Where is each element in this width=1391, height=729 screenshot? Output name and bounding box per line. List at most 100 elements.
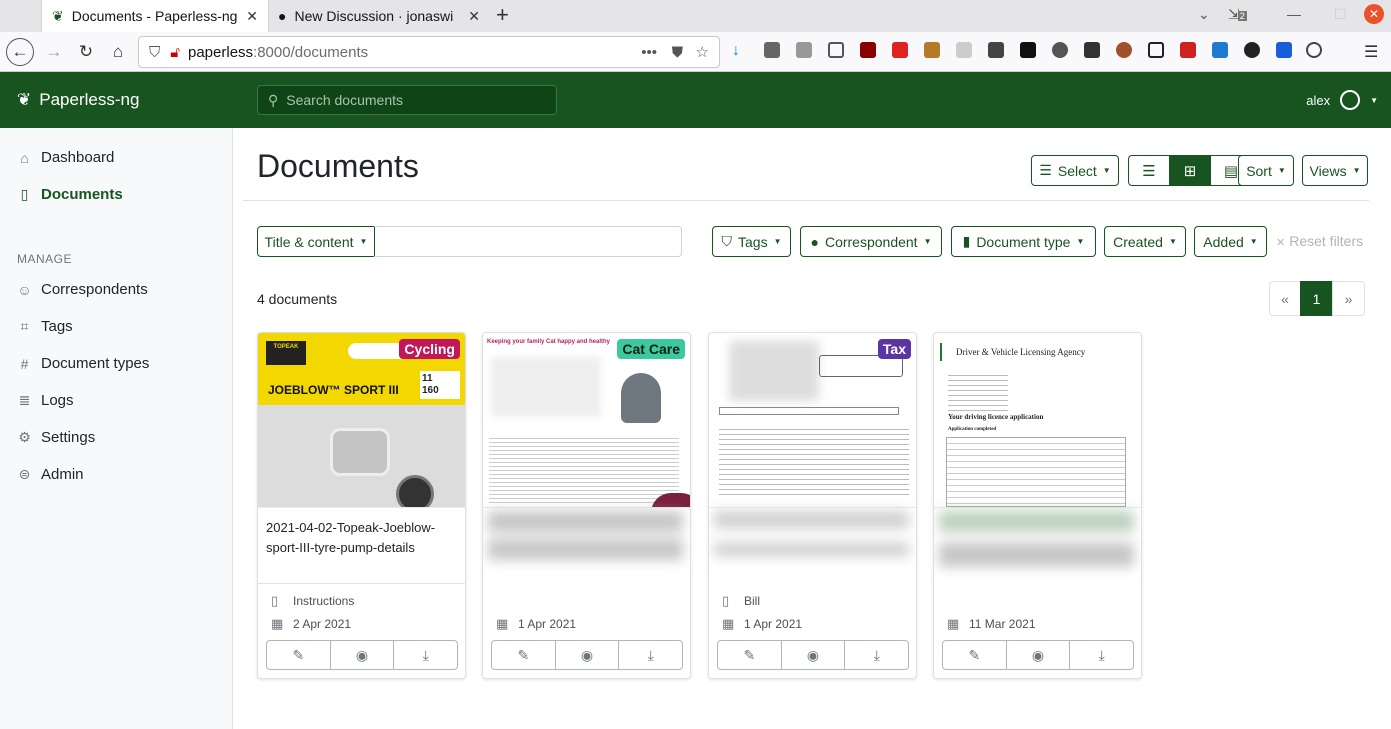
sidebar-item-documents[interactable]: ▯ Documents [17, 186, 123, 203]
edit-button[interactable]: ✎ [943, 641, 1006, 669]
document-thumbnail[interactable]: TOPEAK JOEBLOW™ SPORT III 11 160 Cycling [258, 333, 465, 508]
url-host: paperless [188, 43, 254, 61]
download-button[interactable]: ⤓ [844, 641, 908, 669]
new-tab-button[interactable]: + [496, 4, 509, 26]
caret-down-icon: ▼ [1102, 166, 1111, 175]
document-type-meta[interactable]: ▯ Instructions [271, 593, 354, 609]
library-icon[interactable] [764, 42, 780, 58]
preview-button[interactable]: ◉ [780, 641, 845, 669]
sidebar-item-correspondents[interactable]: ☺ Correspondents [17, 281, 147, 298]
document-thumbnail[interactable]: Tax [709, 333, 916, 508]
extension-icon[interactable] [1212, 42, 1228, 58]
user-menu[interactable]: alex ▼ [1306, 90, 1378, 110]
pagination-next[interactable]: » [1332, 281, 1365, 316]
sidebar-item-settings[interactable]: ⚙ Settings [17, 429, 95, 446]
extension-icon[interactable] [1180, 42, 1196, 58]
tag-badge-tax[interactable]: Tax [877, 339, 911, 359]
download-button[interactable]: ⤓ [393, 641, 457, 669]
grid-view-icon: ⊞ [1183, 162, 1197, 180]
reader-icon[interactable] [796, 42, 812, 58]
sort-dropdown-button[interactable]: Sort ▼ [1238, 155, 1294, 186]
extension-icon[interactable] [1148, 42, 1164, 58]
extension-icon[interactable] [1084, 42, 1100, 58]
pump-psi: 160 [422, 385, 439, 396]
close-window-button[interactable]: ✕ [1364, 4, 1384, 24]
document-type-meta[interactable]: ▯ Bill [722, 593, 760, 609]
card-actions: ✎ ◉ ⤓ [942, 640, 1134, 670]
sidebar-icon[interactable] [828, 42, 844, 58]
maximize-button[interactable]: ☐ [1334, 6, 1347, 23]
reset-filters-button[interactable]: ✕ Reset filters [1276, 233, 1363, 249]
tags-filter-button[interactable]: ⛉ Tags ▼ [712, 226, 791, 257]
sidebar-item-document-types[interactable]: # Document types [17, 355, 150, 372]
download-arrow-icon[interactable]: ↓ [732, 42, 748, 59]
bookmark-star-icon[interactable]: ☆ [696, 43, 709, 61]
extension-icon[interactable] [1020, 42, 1036, 58]
reset-filters-label: Reset filters [1289, 233, 1364, 249]
tab-list-chevron-icon[interactable]: ⌄ [1198, 6, 1210, 23]
account-extension-icon[interactable] [1052, 42, 1068, 58]
text-filter-type-dropdown[interactable]: Title & content ▼ [257, 226, 375, 257]
preview-button[interactable]: ◉ [554, 641, 619, 669]
hamburger-menu-icon[interactable]: ☰ [1364, 42, 1380, 61]
url-bar[interactable]: ⛉ 🔓︎ paperless:8000/documents ••• ⛊ ☆ [138, 36, 720, 68]
preview-button[interactable]: ◉ [329, 641, 394, 669]
forward-button[interactable]: → [40, 38, 68, 66]
view-grid-button[interactable]: ⊞ [1169, 155, 1211, 186]
extension-icon[interactable] [924, 42, 940, 58]
document-type-filter-button[interactable]: ▮ Document type ▼ [951, 226, 1096, 257]
edit-button[interactable]: ✎ [267, 641, 330, 669]
download-button[interactable]: ⤓ [1069, 641, 1133, 669]
extension-icon[interactable] [1244, 42, 1260, 58]
sidebar-item-logs[interactable]: ≣ Logs [17, 392, 74, 409]
brand[interactable]: ❦ Paperless-ng [17, 90, 139, 110]
edit-button[interactable]: ✎ [492, 641, 555, 669]
home-button[interactable]: ⌂ [104, 38, 132, 66]
cookie-icon[interactable] [1116, 42, 1132, 58]
reload-button[interactable]: ↻ [72, 38, 100, 66]
sidebar-item-tags[interactable]: ⌗ Tags [17, 318, 73, 335]
search-input[interactable]: ⚲ Search documents [257, 85, 557, 115]
download-button[interactable]: ⤓ [618, 641, 682, 669]
pocket-icon[interactable]: ⛊ [672, 44, 683, 61]
page-actions-icon[interactable]: ••• [641, 44, 657, 61]
document-date: 1 Apr 2021 [518, 617, 577, 631]
added-filter-button[interactable]: Added ▼ [1194, 226, 1267, 257]
pagination-prev[interactable]: « [1269, 281, 1301, 316]
document-thumbnail[interactable]: Keeping your family Cat happy and health… [483, 333, 690, 508]
extension-icon[interactable] [988, 42, 1004, 58]
lastpass-icon[interactable] [892, 42, 908, 58]
view-list-button[interactable]: ☰ [1128, 155, 1170, 186]
select-dropdown-button[interactable]: ☰ Select ▼ [1031, 155, 1119, 186]
tag-badge-cat-care[interactable]: Cat Care [617, 339, 685, 359]
document-count: 4 documents [257, 291, 338, 307]
extension-icon[interactable] [1306, 42, 1322, 58]
file-icon: ▯ [271, 593, 279, 608]
close-tab-icon[interactable]: ✕ [246, 8, 258, 25]
preview-button[interactable]: ◉ [1005, 641, 1070, 669]
document-date-meta: ▦ 1 Apr 2021 [722, 616, 802, 632]
document-thumbnail[interactable]: Driver & Vehicle Licensing Agency Your d… [934, 333, 1141, 508]
tag-icon: ⌗ [20, 318, 29, 334]
download-icon: ⤓ [873, 646, 880, 663]
ublock-icon[interactable] [860, 42, 876, 58]
text-filter-input[interactable] [374, 226, 682, 257]
tab-new-discussion[interactable]: ● New Discussion · jonaswi ✕ [268, 0, 490, 32]
document-date: 1 Apr 2021 [744, 617, 803, 631]
created-filter-button[interactable]: Created ▼ [1104, 226, 1186, 257]
back-button[interactable]: ← [6, 38, 34, 66]
minimize-button[interactable]: — [1287, 6, 1301, 22]
downloads-indicator-icon[interactable]: ⇲2 [1228, 6, 1247, 23]
edit-button[interactable]: ✎ [718, 641, 781, 669]
sidebar-item-dashboard[interactable]: ⌂ Dashboard [17, 149, 114, 166]
tab-documents[interactable]: ❦ Documents - Paperless-ng ✕ [42, 0, 268, 32]
views-dropdown-button[interactable]: Views ▼ [1302, 155, 1368, 186]
caret-down-icon: ▼ [1168, 237, 1177, 246]
close-tab-icon[interactable]: ✕ [468, 8, 480, 25]
pagination-page-1[interactable]: 1 [1300, 281, 1333, 316]
bitwarden-icon[interactable] [1276, 42, 1292, 58]
correspondent-filter-button[interactable]: ● Correspondent ▼ [800, 226, 942, 257]
sidebar-item-admin[interactable]: ⊜ Admin [17, 466, 84, 483]
tag-badge-cycling[interactable]: Cycling [399, 339, 460, 359]
extension-icon[interactable] [956, 42, 972, 58]
